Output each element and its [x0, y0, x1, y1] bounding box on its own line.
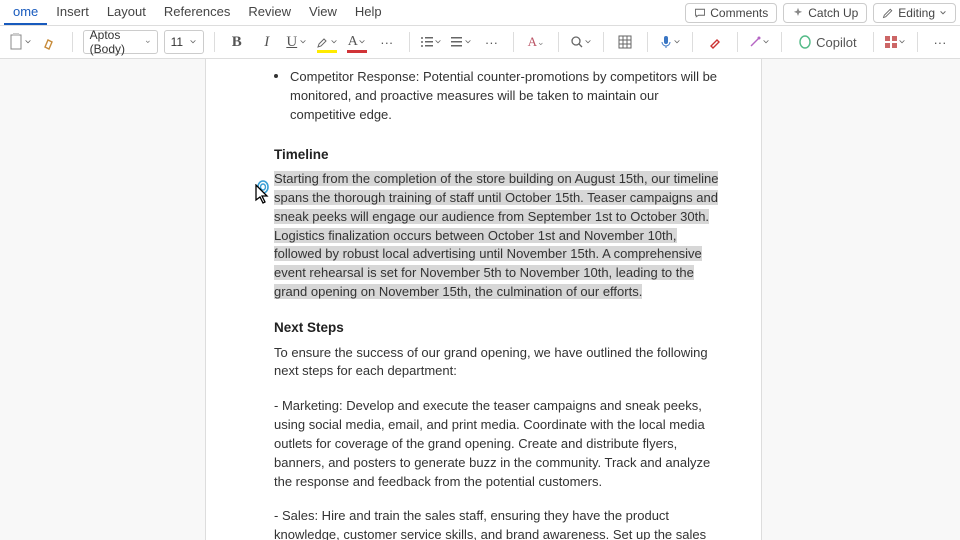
comments-label: Comments: [710, 6, 768, 20]
separator: [409, 32, 410, 52]
editing-mode-button[interactable]: Editing: [873, 3, 956, 23]
paragraph-next-intro: To ensure the success of our grand openi…: [274, 344, 721, 382]
separator: [781, 32, 782, 52]
chevron-down-icon: [189, 38, 197, 46]
copilot-icon: [798, 35, 812, 49]
dictate-button[interactable]: [658, 30, 682, 54]
search-icon: [570, 35, 584, 49]
paragraph-marketing: - Marketing: Develop and execute the tea…: [274, 397, 721, 491]
find-button[interactable]: [569, 30, 593, 54]
menu-bar: ome Insert Layout References Review View…: [0, 0, 960, 26]
font-family-value: Aptos (Body): [90, 28, 139, 56]
font-family-select[interactable]: Aptos (Body): [83, 30, 158, 54]
sparkle-icon: [792, 7, 804, 19]
pencil-icon: [882, 7, 894, 19]
ink-button[interactable]: [703, 30, 727, 54]
paste-button[interactable]: [8, 30, 32, 54]
separator: [917, 32, 918, 52]
editing-label: Editing: [898, 6, 935, 20]
more-font-button[interactable]: ···: [375, 30, 399, 54]
heading-timeline: Timeline: [274, 145, 721, 165]
chevron-down-icon: [584, 38, 592, 46]
separator: [558, 32, 559, 52]
separator: [692, 32, 693, 52]
document-body[interactable]: Competitor Response: Potential counter-p…: [274, 68, 721, 540]
page: Competitor Response: Potential counter-p…: [205, 59, 762, 540]
separator: [737, 32, 738, 52]
chevron-down-icon: [24, 38, 32, 46]
tab-layout[interactable]: Layout: [98, 0, 155, 25]
tab-references[interactable]: References: [155, 0, 239, 25]
catchup-button[interactable]: Catch Up: [783, 3, 867, 23]
comments-button[interactable]: Comments: [685, 3, 777, 23]
chevron-down-icon: [330, 38, 338, 46]
table-button[interactable]: [613, 30, 637, 54]
copilot-label: Copilot: [816, 35, 856, 50]
document-canvas[interactable]: Competitor Response: Potential counter-p…: [0, 59, 960, 540]
chevron-down-icon: [939, 9, 947, 17]
chevron-down-icon: [145, 38, 151, 46]
number-list-icon: [450, 35, 464, 49]
copilot-margin-icon[interactable]: [255, 179, 271, 195]
grid-icon: [884, 35, 898, 49]
bold-button[interactable]: B: [225, 30, 249, 54]
font-color-button[interactable]: A: [345, 30, 369, 54]
highlighter-icon: [316, 35, 330, 49]
italic-button[interactable]: I: [255, 30, 279, 54]
separator: [214, 32, 215, 52]
tab-view[interactable]: View: [300, 0, 346, 25]
font-size-value: 11: [171, 35, 183, 49]
heading-next-steps: Next Steps: [274, 318, 721, 338]
bullets-button[interactable]: [419, 30, 443, 54]
bullet-dot-icon: [274, 74, 278, 78]
chevron-down-icon: [358, 38, 366, 46]
catchup-label: Catch Up: [808, 6, 858, 20]
selected-text: Starting from the completion of the stor…: [274, 171, 718, 299]
copilot-button[interactable]: Copilot: [792, 30, 862, 54]
tab-insert[interactable]: Insert: [47, 0, 98, 25]
more-commands-button[interactable]: ···: [928, 30, 952, 54]
underline-button[interactable]: U: [285, 30, 309, 54]
chevron-down-icon: [673, 38, 681, 46]
tab-home[interactable]: ome: [4, 0, 47, 25]
separator: [873, 32, 874, 52]
table-icon: [618, 35, 632, 49]
more-paragraph-button[interactable]: ···: [479, 30, 503, 54]
toolbar: Aptos (Body) 11 B I U A ··· ··· A⌄: [0, 26, 960, 59]
microphone-icon: [659, 35, 673, 49]
highlight-color-button[interactable]: [315, 30, 339, 54]
separator: [72, 32, 73, 52]
chevron-down-icon: [898, 38, 906, 46]
paragraph-sales: - Sales: Hire and train the sales staff,…: [274, 507, 721, 540]
separator: [603, 32, 604, 52]
paragraph-timeline: Starting from the completion of the stor…: [274, 170, 721, 302]
separator: [513, 32, 514, 52]
chevron-down-icon: [762, 38, 770, 46]
tab-help[interactable]: Help: [346, 0, 391, 25]
separator: [647, 32, 648, 52]
bullet-item: Competitor Response: Potential counter-p…: [274, 68, 721, 125]
addins-button[interactable]: [883, 30, 907, 54]
designer-button[interactable]: [747, 30, 771, 54]
format-painter-button[interactable]: [38, 30, 62, 54]
wand-icon: [748, 35, 762, 49]
menu-tabs: ome Insert Layout References Review View…: [4, 0, 391, 25]
pen-icon: [708, 35, 722, 49]
chevron-down-icon: [464, 38, 472, 46]
clear-formatting-button[interactable]: A⌄: [524, 30, 548, 54]
font-size-select[interactable]: 11: [164, 30, 204, 54]
bullet-list-icon: [420, 35, 434, 49]
chevron-down-icon: [434, 38, 442, 46]
clipboard-icon: [8, 33, 24, 51]
tab-review[interactable]: Review: [239, 0, 300, 25]
comment-icon: [694, 7, 706, 19]
numbering-button[interactable]: [449, 30, 473, 54]
bullet-text: Competitor Response: Potential counter-p…: [290, 69, 717, 122]
paintbrush-icon: [42, 34, 58, 50]
chevron-down-icon: [299, 38, 307, 46]
